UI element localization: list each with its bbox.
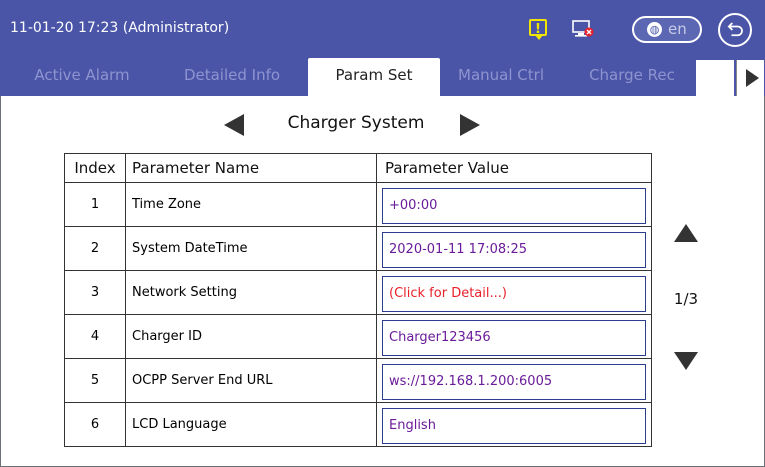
row-parameter-name: LCD Language bbox=[125, 402, 377, 447]
tab-charge-rec[interactable]: Charge Rec bbox=[570, 58, 694, 96]
column-header-index: Index bbox=[64, 153, 126, 183]
table-row: 6 LCD Language English bbox=[64, 402, 652, 447]
section-next-icon[interactable] bbox=[460, 114, 480, 136]
tab-scroll-right-icon[interactable] bbox=[736, 60, 764, 96]
table-header-row: Index Parameter Name Parameter Value bbox=[64, 153, 652, 183]
table-row: 2 System DateTime 2020-01-11 17:08:25 bbox=[64, 226, 652, 271]
row-index: 2 bbox=[64, 226, 126, 271]
row-value-cell: English bbox=[376, 402, 652, 447]
row-index: 3 bbox=[64, 270, 126, 315]
page-up-icon[interactable] bbox=[674, 224, 698, 242]
table-row: 3 Network Setting (Click for Detail...) bbox=[64, 270, 652, 315]
system-datetime-field[interactable]: 2020-01-11 17:08:25 bbox=[382, 231, 646, 268]
monitor-offline-icon[interactable] bbox=[572, 20, 594, 38]
tab-placeholder bbox=[696, 60, 734, 96]
charger-id-field[interactable]: Charger123456 bbox=[382, 319, 646, 356]
table-row: 1 Time Zone +00:00 bbox=[64, 182, 652, 227]
section-title: Charger System bbox=[287, 113, 425, 133]
column-header-value: Parameter Value bbox=[376, 153, 652, 183]
row-index: 5 bbox=[64, 358, 126, 403]
row-parameter-name: Time Zone bbox=[125, 182, 377, 227]
row-value-cell: ws://192.168.1.200:6005 bbox=[376, 358, 652, 403]
ocpp-server-url-field[interactable]: ws://192.168.1.200:6005 bbox=[382, 363, 646, 400]
row-index: 4 bbox=[64, 314, 126, 359]
language-button[interactable]: ◍ en bbox=[632, 16, 702, 43]
alert-icon[interactable]: ! bbox=[529, 19, 547, 40]
row-parameter-name: OCPP Server End URL bbox=[125, 358, 377, 403]
row-parameter-name: Charger ID bbox=[125, 314, 377, 359]
tab-param-set[interactable]: Param Set bbox=[308, 58, 440, 96]
globe-icon: ◍ bbox=[647, 22, 662, 37]
language-label: en bbox=[668, 20, 687, 38]
datetime-user: 11-01-20 17:23 (Administrator) bbox=[10, 20, 230, 36]
tab-bar: Active Alarm Detailed Info Param Set Man… bbox=[0, 58, 765, 96]
status-bar: 11-01-20 17:23 (Administrator) ! ◍ en bbox=[0, 0, 765, 56]
table-row: 5 OCPP Server End URL ws://192.168.1.200… bbox=[64, 358, 652, 403]
column-header-name: Parameter Name bbox=[125, 153, 377, 183]
row-value-cell: +00:00 bbox=[376, 182, 652, 227]
row-value-cell: Charger123456 bbox=[376, 314, 652, 359]
row-index: 1 bbox=[64, 182, 126, 227]
tab-manual-ctrl[interactable]: Manual Ctrl bbox=[440, 58, 562, 96]
row-parameter-name: Network Setting bbox=[125, 270, 377, 315]
time-zone-field[interactable]: +00:00 bbox=[382, 187, 646, 224]
network-setting-detail-button[interactable]: (Click for Detail...) bbox=[382, 275, 646, 312]
parameter-table: Index Parameter Name Parameter Value 1 T… bbox=[64, 153, 652, 447]
header: 11-01-20 17:23 (Administrator) ! ◍ en Ac… bbox=[0, 0, 765, 96]
tab-detailed-info[interactable]: Detailed Info bbox=[160, 58, 304, 96]
section-prev-icon[interactable] bbox=[224, 114, 244, 136]
row-value-cell: (Click for Detail...) bbox=[376, 270, 652, 315]
tab-active-alarm[interactable]: Active Alarm bbox=[14, 58, 150, 96]
page-down-icon[interactable] bbox=[674, 352, 698, 370]
row-index: 6 bbox=[64, 402, 126, 447]
table-row: 4 Charger ID Charger123456 bbox=[64, 314, 652, 359]
row-value-cell: 2020-01-11 17:08:25 bbox=[376, 226, 652, 271]
back-arrow-icon[interactable] bbox=[718, 13, 752, 47]
row-parameter-name: System DateTime bbox=[125, 226, 377, 271]
page-indicator: 1/3 bbox=[673, 290, 699, 308]
lcd-language-field[interactable]: English bbox=[382, 407, 646, 444]
